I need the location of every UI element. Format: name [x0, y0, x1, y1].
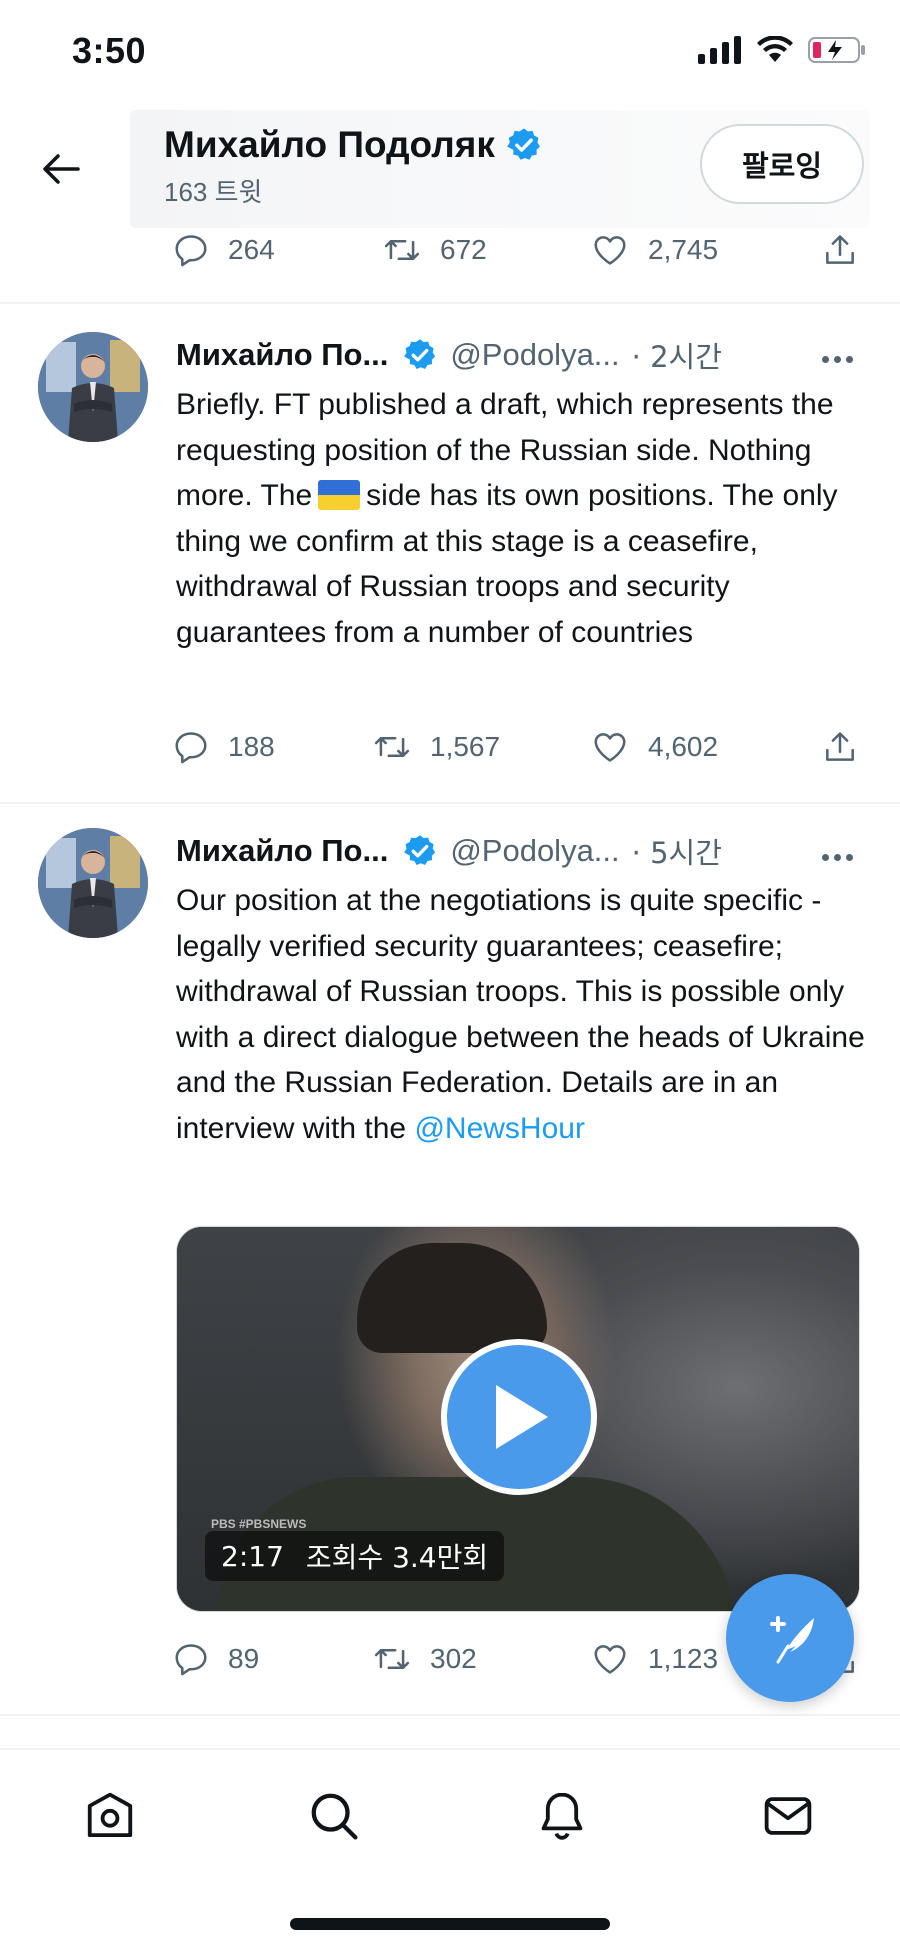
reply-icon: [175, 732, 207, 764]
retweet-count: 302: [430, 1643, 477, 1674]
retweet-button[interactable]: 672: [382, 231, 487, 269]
back-button[interactable]: [38, 146, 84, 192]
author-name[interactable]: Михайло По...: [176, 337, 388, 373]
share-icon: [826, 732, 854, 761]
play-button[interactable]: [441, 1339, 597, 1495]
verified-badge-icon: [404, 339, 436, 369]
video-watermark: PBS #PBSNEWS: [211, 1517, 307, 1531]
avatar[interactable]: [38, 332, 148, 442]
battery-icon: [808, 37, 865, 63]
tweet-text: Our position at the negotiations is quit…: [176, 878, 876, 1151]
retweet-count: 1,567: [430, 731, 501, 762]
tweet-time[interactable]: · 5시간: [632, 830, 722, 872]
like-button[interactable]: 1,123: [590, 1640, 718, 1678]
tweet-actions: 264 672 2,745: [172, 231, 872, 281]
heart-icon: [594, 236, 626, 265]
more-button[interactable]: [822, 356, 853, 363]
share-button[interactable]: [820, 231, 860, 269]
avatar[interactable]: [38, 828, 148, 938]
verified-badge-icon: [404, 835, 436, 865]
like-count: 1,123: [648, 1643, 719, 1674]
avatar-photo: [38, 332, 148, 442]
heart-icon: [594, 1645, 626, 1674]
tweet-header: Михайло По... @Podolya... · 5시간: [176, 830, 722, 872]
tweet-header: Михайло По... @Podolya... · 2시간: [176, 334, 722, 376]
reply-button[interactable]: 264: [172, 231, 275, 269]
retweet-icon: [374, 737, 410, 757]
play-icon: [496, 1385, 548, 1449]
profile-name-text: Михайло Подоляк: [164, 124, 495, 165]
retweet-icon: [374, 1649, 410, 1669]
status-bar: 3:50: [0, 0, 900, 110]
more-icon-dot: [834, 356, 841, 363]
video-meta: 2:17 조회수 3.4만회: [205, 1531, 505, 1581]
reply-button[interactable]: 188: [172, 728, 275, 766]
tweet-text-body: Our position at the negotiations is quit…: [176, 884, 865, 1145]
bottom-tab-bar: [0, 1748, 900, 1948]
more-icon-dot: [834, 854, 841, 861]
mail-icon: [764, 1797, 812, 1835]
tab-notifications[interactable]: [532, 1786, 592, 1846]
more-icon: [822, 854, 829, 861]
like-count: 2,745: [648, 234, 719, 265]
arrow-left-icon: [43, 154, 80, 184]
profile-name: Михайло Подоляк: [164, 124, 543, 166]
mention-link[interactable]: @NewsHour: [414, 1112, 585, 1145]
reply-icon: [175, 1644, 207, 1676]
reply-count: 188: [228, 731, 275, 762]
tweet-count: 163 트윗: [164, 177, 263, 207]
reply-button[interactable]: 89: [172, 1640, 259, 1678]
compose-button[interactable]: [726, 1574, 854, 1702]
status-icons: [698, 36, 866, 64]
avatar-photo: [38, 828, 148, 938]
verified-badge: [402, 337, 438, 373]
tab-search[interactable]: [304, 1786, 364, 1846]
following-button[interactable]: 팔로잉: [700, 124, 864, 204]
tab-home[interactable]: [80, 1786, 140, 1846]
signal-icon: [698, 36, 741, 64]
like-button[interactable]: 2,745: [590, 231, 718, 269]
tweet-actions: 188 1,567 4,602: [172, 728, 872, 778]
author-name[interactable]: Михайло По...: [176, 833, 388, 869]
heart-icon: [594, 733, 626, 762]
share-icon: [826, 235, 854, 264]
more-icon: [822, 356, 829, 363]
retweet-button[interactable]: 302: [372, 1640, 477, 1678]
like-button[interactable]: 4,602: [590, 728, 718, 766]
more-icon-dot: [846, 356, 853, 363]
ukraine-flag: [318, 480, 361, 511]
author-handle[interactable]: @Podolya...: [450, 833, 619, 869]
reply-count: 89: [228, 1643, 260, 1674]
video-player[interactable]: PBS #PBSNEWS 2:17 조회수 3.4만회: [176, 1226, 860, 1612]
home-icon: [87, 1792, 133, 1838]
verified-badge: [402, 833, 438, 869]
profile-header: Михайло Подоляк 163 트윗 팔로잉: [0, 110, 900, 228]
wifi-icon: [757, 36, 793, 62]
divider: [0, 1714, 900, 1716]
tweet[interactable]: Михайло По... @Podolya... · 2시간 Briefly.…: [0, 304, 900, 804]
home-indicator: [290, 1918, 610, 1930]
more-icon-dot: [846, 854, 853, 861]
retweet-count: 672: [440, 234, 487, 265]
bell-icon: [541, 1792, 583, 1840]
more-button[interactable]: [822, 854, 853, 861]
status-time: 3:50: [72, 30, 147, 71]
tab-messages[interactable]: [758, 1786, 818, 1846]
video-views: 조회수 3.4만회: [305, 1541, 489, 1574]
reply-icon: [175, 235, 207, 267]
reply-count: 264: [228, 234, 275, 265]
video-duration: 2:17: [221, 1539, 284, 1573]
tweet-time[interactable]: · 2시간: [632, 334, 722, 376]
share-button[interactable]: [820, 728, 860, 766]
author-handle[interactable]: @Podolya...: [450, 337, 619, 373]
tweet-text: Briefly. FT published a draft, which rep…: [176, 382, 876, 655]
search-icon: [311, 1793, 358, 1840]
verified-badge-icon: [507, 128, 540, 160]
compose-icon: [770, 1616, 814, 1664]
like-count: 4,602: [648, 731, 719, 762]
retweet-button[interactable]: 1,567: [372, 728, 500, 766]
retweet-icon: [384, 240, 420, 260]
